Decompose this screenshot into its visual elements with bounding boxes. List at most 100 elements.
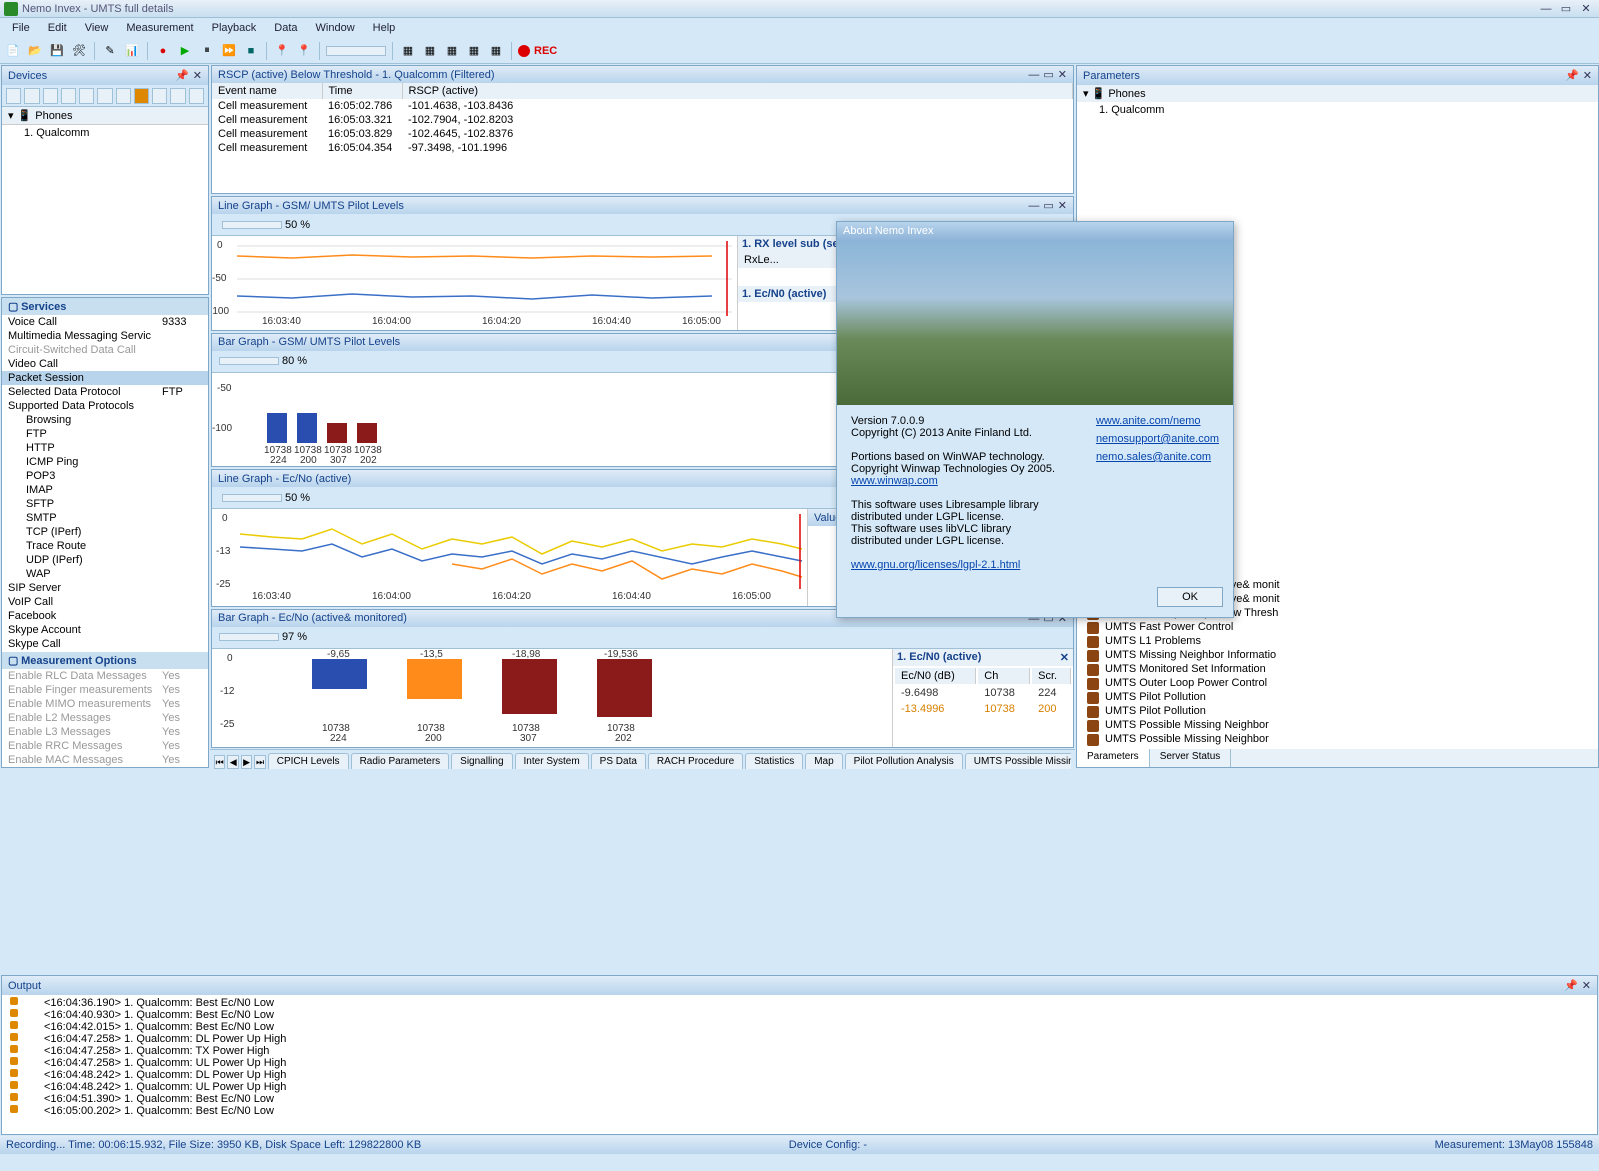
param-device-item[interactable]: 1. Qualcomm <box>1077 102 1598 118</box>
pin-icon[interactable]: 📌 <box>175 69 189 82</box>
dev-btn3[interactable] <box>43 88 58 104</box>
dev-btn10[interactable] <box>170 88 185 104</box>
menu-file[interactable]: File <box>4 20 38 36</box>
close-icon[interactable]: ✕ <box>1583 69 1592 82</box>
dev-btn6[interactable] <box>97 88 112 104</box>
param-item[interactable]: UMTS Outer Loop Power Control <box>1077 676 1598 690</box>
service-row[interactable]: Video Call <box>2 357 208 371</box>
param-item[interactable]: UMTS Pilot Pollution <box>1077 704 1598 718</box>
service-row[interactable]: HTTP <box>2 441 208 455</box>
service-row[interactable]: Trace Route <box>2 539 208 553</box>
layout4-icon[interactable]: ▦ <box>465 42 483 60</box>
marker1-icon[interactable]: 📍 <box>273 42 291 60</box>
close-icon[interactable]: ✕ <box>1058 69 1067 81</box>
record-icon[interactable]: ● <box>154 42 172 60</box>
expand-icon[interactable]: ▾ <box>8 109 14 122</box>
pin-icon[interactable]: 📌 <box>1565 69 1579 82</box>
service-row[interactable]: ICMP Ping <box>2 455 208 469</box>
max-icon[interactable]: ▭ <box>1043 69 1053 81</box>
step-icon[interactable]: ⏩ <box>220 42 238 60</box>
service-row[interactable]: Voice Call9333 <box>2 315 208 329</box>
service-row[interactable]: Circuit-Switched Data Call <box>2 343 208 357</box>
tab-last[interactable]: ⏭ <box>254 755 265 769</box>
service-row[interactable]: Skype Account <box>2 623 208 637</box>
menu-playback[interactable]: Playback <box>204 20 265 36</box>
tab-rach-procedure[interactable]: RACH Procedure <box>648 753 743 769</box>
marker2-icon[interactable]: 📍 <box>295 42 313 60</box>
winwap-link[interactable]: www.winwap.com <box>851 475 938 487</box>
minimize-icon[interactable]: — <box>1537 2 1555 16</box>
wand-icon[interactable]: ✎ <box>101 42 119 60</box>
tab-cpich-levels[interactable]: CPICH Levels <box>268 753 349 769</box>
dev-btn1[interactable] <box>6 88 21 104</box>
tab-map[interactable]: Map <box>805 753 842 769</box>
tab-statistics[interactable]: Statistics <box>745 753 803 769</box>
tab-signalling[interactable]: Signalling <box>451 753 512 769</box>
ok-button[interactable]: OK <box>1157 587 1223 607</box>
table-row[interactable]: Cell measurement16:05:03.321-102.7904, -… <box>212 113 1073 127</box>
dev-btn9[interactable] <box>152 88 167 104</box>
param-item[interactable]: UMTS L1 Problems <box>1077 634 1598 648</box>
menu-help[interactable]: Help <box>365 20 404 36</box>
tab-inter-system[interactable]: Inter System <box>515 753 589 769</box>
tab-prev[interactable]: ◀ <box>227 755 238 769</box>
gnu-link[interactable]: www.gnu.org/licenses/lgpl-2.1.html <box>851 559 1020 571</box>
stop-icon[interactable]: ■ <box>242 42 260 60</box>
service-row[interactable]: Skype Call <box>2 637 208 651</box>
service-row[interactable]: SFTP <box>2 497 208 511</box>
tab-ps-data[interactable]: PS Data <box>591 753 646 769</box>
service-row[interactable]: IMAP <box>2 483 208 497</box>
tab-server-status[interactable]: Server Status <box>1150 749 1232 767</box>
tab-umts-possible-missing-nei-[interactable]: UMTS Possible Missing Nei... <box>965 753 1071 769</box>
chart-icon[interactable]: 📊 <box>123 42 141 60</box>
dev-btn2[interactable] <box>24 88 39 104</box>
dev-btn5[interactable] <box>79 88 94 104</box>
close-icon[interactable]: ✕ <box>1582 979 1591 992</box>
tab-pilot-pollution-analysis[interactable]: Pilot Pollution Analysis <box>845 753 963 769</box>
service-row[interactable]: VoIP Call <box>2 595 208 609</box>
close-icon[interactable]: ✕ <box>1060 651 1069 664</box>
service-row[interactable]: POP3 <box>2 469 208 483</box>
service-row[interactable]: Browsing <box>2 413 208 427</box>
tab-first[interactable]: ⏮ <box>214 755 225 769</box>
play-icon[interactable]: ▶ <box>176 42 194 60</box>
dev-btn7[interactable] <box>116 88 131 104</box>
table-row[interactable]: Cell measurement16:05:02.786-101.4638, -… <box>212 99 1073 113</box>
new-icon[interactable]: 📄 <box>4 42 22 60</box>
table-row[interactable]: Cell measurement16:05:03.829-102.4645, -… <box>212 127 1073 141</box>
service-row[interactable]: WAP <box>2 567 208 581</box>
dev-btn4[interactable] <box>61 88 76 104</box>
tab-parameters[interactable]: Parameters <box>1077 749 1150 767</box>
service-row[interactable]: Selected Data ProtocolFTP <box>2 385 208 399</box>
open-icon[interactable]: 📂 <box>26 42 44 60</box>
param-item[interactable]: UMTS Fast Power Control <box>1077 620 1598 634</box>
param-item[interactable]: UMTS Monitored Set Information <box>1077 662 1598 676</box>
layout2-icon[interactable]: ▦ <box>421 42 439 60</box>
zoom-slider[interactable] <box>222 221 282 229</box>
maximize-icon[interactable]: ▭ <box>1557 2 1575 16</box>
close-icon[interactable]: ✕ <box>1577 2 1595 16</box>
support-link[interactable]: nemosupport@anite.com <box>1096 433 1219 445</box>
anite-link[interactable]: www.anite.com/nemo <box>1096 415 1219 427</box>
zoom-slider[interactable] <box>219 357 279 365</box>
table-row[interactable]: Cell measurement16:05:04.354-97.3498, -1… <box>212 141 1073 155</box>
device-item[interactable]: 1. Qualcomm <box>2 125 208 141</box>
menu-measurement[interactable]: Measurement <box>118 20 201 36</box>
param-item[interactable]: UMTS Possible Missing Neighbor <box>1077 732 1598 746</box>
service-row[interactable]: TCP (IPerf) <box>2 525 208 539</box>
menu-edit[interactable]: Edit <box>40 20 75 36</box>
service-row[interactable]: Packet Session <box>2 371 208 385</box>
menu-data[interactable]: Data <box>266 20 305 36</box>
service-row[interactable]: SMTP <box>2 511 208 525</box>
layout5-icon[interactable]: ▦ <box>487 42 505 60</box>
tab-next[interactable]: ▶ <box>241 755 252 769</box>
playback-slider[interactable] <box>326 46 386 56</box>
service-row[interactable]: SIP Server <box>2 581 208 595</box>
sales-link[interactable]: nemo.sales@anite.com <box>1096 451 1219 463</box>
menu-view[interactable]: View <box>77 20 117 36</box>
min-icon[interactable]: — <box>1028 69 1039 81</box>
param-item[interactable]: UMTS Possible Missing Neighbor <box>1077 718 1598 732</box>
layout1-icon[interactable]: ▦ <box>399 42 417 60</box>
tools-icon[interactable]: 🛠 <box>70 42 88 60</box>
dev-btn11[interactable] <box>189 88 204 104</box>
